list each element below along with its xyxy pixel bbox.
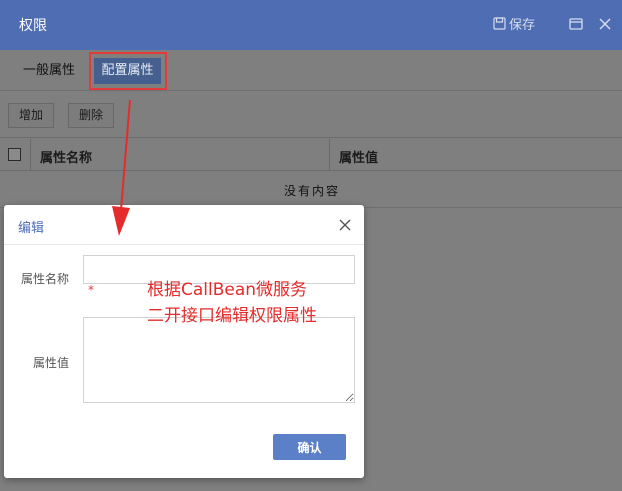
tab-general-properties[interactable]: 一般属性	[13, 58, 85, 84]
add-button[interactable]: 增加	[8, 103, 55, 128]
save-icon	[493, 16, 506, 30]
dialog-title: 编辑	[18, 221, 45, 236]
close-icon[interactable]	[597, 16, 613, 32]
column-header-value[interactable]: 属性值	[339, 147, 378, 166]
column-header-name[interactable]: 属性名称	[40, 147, 92, 166]
window-titlebar: 权限 保存	[0, 0, 622, 50]
select-all-checkbox[interactable]	[8, 148, 21, 161]
required-mark: *	[88, 283, 94, 297]
dialog-header: 编辑	[4, 205, 364, 245]
grid-header: 属性名称 属性值	[0, 139, 622, 171]
column-divider	[329, 139, 330, 171]
annotation-line-2: 二开接口编辑权限属性	[147, 306, 317, 326]
window-title: 权限	[19, 18, 47, 34]
edit-dialog: 编辑 属性名称 * 属性值 确认	[4, 205, 364, 478]
annotation-text: 根据CallBean微服务 二开接口编辑权限属性	[147, 277, 317, 329]
save-label: 保存	[509, 17, 536, 33]
highlight-box	[89, 52, 167, 90]
save-button[interactable]: 保存	[493, 14, 536, 33]
toolbar: 增加 删除	[0, 92, 622, 138]
annotation-line-1: 根据CallBean微服务	[147, 280, 308, 300]
value-textarea[interactable]	[83, 317, 355, 403]
delete-button[interactable]: 删除	[68, 103, 115, 128]
empty-message: 没有内容	[284, 184, 341, 198]
maximize-icon[interactable]	[568, 16, 584, 32]
dialog-close-icon[interactable]	[338, 218, 352, 232]
value-field-label: 属性值	[32, 356, 69, 370]
empty-row: 没有内容	[0, 171, 622, 208]
name-field-label: 属性名称	[20, 272, 69, 286]
column-divider	[30, 139, 31, 171]
confirm-button[interactable]: 确认	[273, 434, 346, 460]
